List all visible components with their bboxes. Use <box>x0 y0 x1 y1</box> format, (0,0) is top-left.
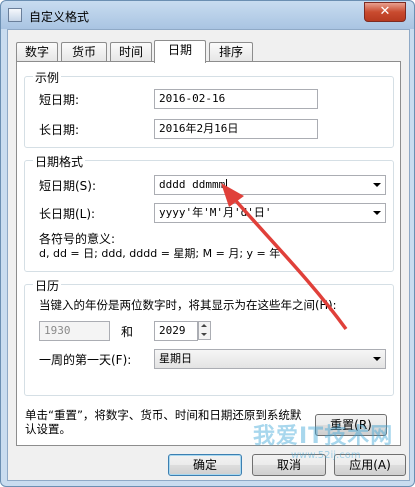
arrow-head <box>221 183 244 207</box>
tab-date[interactable]: 日期 <box>154 40 206 63</box>
custom-format-dialog: 自定义格式 ✕ 数字 货币 时间 日期 排序 示例 短日期: 2016-02-1… <box>0 0 415 487</box>
annotation-arrow <box>221 183 348 331</box>
arrow-shaft <box>227 191 348 331</box>
